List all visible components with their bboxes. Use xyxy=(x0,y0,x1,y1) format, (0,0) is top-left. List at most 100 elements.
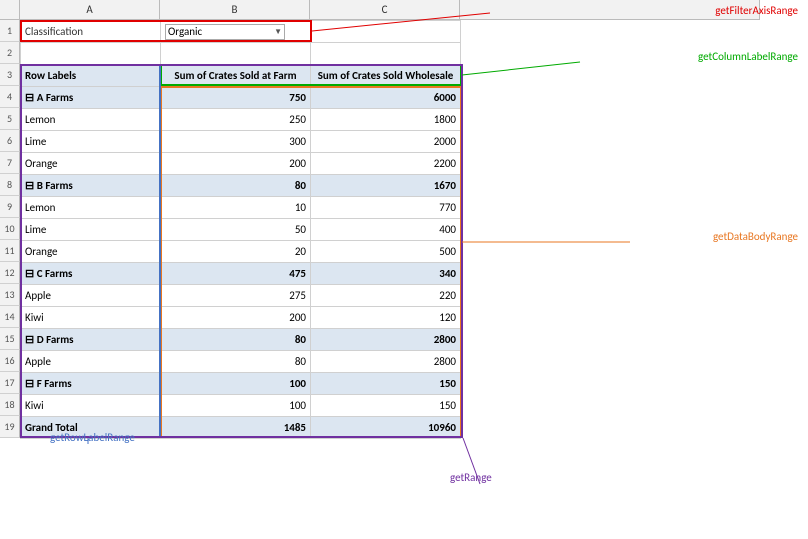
grand-total-col2: 10960 xyxy=(311,417,461,439)
row-num-5: 5 xyxy=(0,108,20,130)
item-label: Kiwi xyxy=(21,395,161,417)
item-col1: 80 xyxy=(161,351,311,373)
item-col2: 120 xyxy=(311,307,461,329)
item-col2: 2800 xyxy=(311,351,461,373)
col2-header: Sum of Crates Sold Wholesale xyxy=(311,65,461,87)
farm-col1: 475 xyxy=(161,263,311,285)
table-row: Apple 275 220 xyxy=(21,285,461,307)
pivot-table: Classification Organic ▼ Row Labels Sum xyxy=(20,20,461,439)
item-col1: 50 xyxy=(161,219,311,241)
row-num-19: 19 xyxy=(0,416,20,438)
table-row: Orange 200 2200 xyxy=(21,153,461,175)
item-col2: 220 xyxy=(311,285,461,307)
item-label: Orange xyxy=(21,241,161,263)
table-row: Kiwi 200 120 xyxy=(21,307,461,329)
item-col2: 400 xyxy=(311,219,461,241)
farm-col2: 1670 xyxy=(311,175,461,197)
col-header-c: C xyxy=(310,0,460,20)
filter-empty-cell xyxy=(311,21,461,43)
row-labels-header[interactable]: Row Labels xyxy=(21,65,161,87)
item-col1: 10 xyxy=(161,197,311,219)
item-col2: 2000 xyxy=(311,131,461,153)
item-label: Kiwi xyxy=(21,307,161,329)
item-col1: 20 xyxy=(161,241,311,263)
farm-col1: 750 xyxy=(161,87,311,109)
item-label: Lemon xyxy=(21,197,161,219)
filter-value-cell[interactable]: Organic ▼ xyxy=(161,21,311,43)
table-row: ⊟ C Farms 475 340 xyxy=(21,263,461,285)
farm-col1: 80 xyxy=(161,329,311,351)
item-col2: 770 xyxy=(311,197,461,219)
filter-dropdown[interactable]: Organic ▼ xyxy=(165,24,285,40)
item-label: Apple xyxy=(21,351,161,373)
table-row: ⊟ D Farms 80 2800 xyxy=(21,329,461,351)
table-row: ⊟ B Farms 80 1670 xyxy=(21,175,461,197)
farm-label: ⊟ C Farms xyxy=(21,263,161,285)
table-row: Apple 80 2800 xyxy=(21,351,461,373)
row-num-15: 15 xyxy=(0,328,20,350)
item-label: Orange xyxy=(21,153,161,175)
farm-col2: 2800 xyxy=(311,329,461,351)
farm-label: ⊟ F Farms xyxy=(21,373,161,395)
farm-label: ⊟ D Farms xyxy=(21,329,161,351)
farm-col1: 80 xyxy=(161,175,311,197)
spreadsheet: A B C 1 2 3 4 5 6 7 8 9 10 11 12 13 14 1… xyxy=(0,0,808,539)
item-col1: 200 xyxy=(161,153,311,175)
table-row: Lemon 10 770 xyxy=(21,197,461,219)
range-label: getRange xyxy=(450,471,492,484)
row-num-7: 7 xyxy=(0,152,20,174)
col-headers: A B C xyxy=(0,0,760,20)
row-num-11: 11 xyxy=(0,240,20,262)
row-num-16: 16 xyxy=(0,350,20,372)
col-header-b: B xyxy=(160,0,310,20)
item-col1: 200 xyxy=(161,307,311,329)
filter-dropdown-arrow-icon[interactable]: ▼ xyxy=(274,27,282,37)
empty-a xyxy=(21,43,161,65)
table-row: Lime 50 400 xyxy=(21,219,461,241)
filter-row: Classification Organic ▼ xyxy=(21,21,461,43)
row-num-18: 18 xyxy=(0,394,20,416)
table-row: Lime 300 2000 xyxy=(21,131,461,153)
farm-col2: 340 xyxy=(311,263,461,285)
item-col2: 2200 xyxy=(311,153,461,175)
table-row: ⊟ F Farms 100 150 xyxy=(21,373,461,395)
row-num-6: 6 xyxy=(0,130,20,152)
row-num-8: 8 xyxy=(0,174,20,196)
table-row: Orange 20 500 xyxy=(21,241,461,263)
filter-input-text: Organic xyxy=(168,25,272,38)
row-num-9: 9 xyxy=(0,196,20,218)
item-col1: 250 xyxy=(161,109,311,131)
row-num-17: 17 xyxy=(0,372,20,394)
filter-label: Classification xyxy=(21,21,161,43)
empty-c xyxy=(311,43,461,65)
item-col1: 275 xyxy=(161,285,311,307)
farm-col2: 150 xyxy=(311,373,461,395)
col1-header: Sum of Crates Sold at Farm xyxy=(161,65,311,87)
row-num-2: 2 xyxy=(0,42,20,64)
row-num-13: 13 xyxy=(0,284,20,306)
table-row: ⊟ A Farms 750 6000 xyxy=(21,87,461,109)
farm-label: ⊟ B Farms xyxy=(21,175,161,197)
item-label: Lime xyxy=(21,131,161,153)
col-label-range-label: getColumnLabelRange xyxy=(698,50,798,63)
table-row: Lemon 250 1800 xyxy=(21,109,461,131)
row-num-4: 4 xyxy=(0,86,20,108)
farm-col1: 100 xyxy=(161,373,311,395)
pivot-table-area: Classification Organic ▼ Row Labels Sum xyxy=(20,20,461,439)
item-col2: 1800 xyxy=(311,109,461,131)
row-numbers: 1 2 3 4 5 6 7 8 9 10 11 12 13 14 15 16 1… xyxy=(0,20,20,438)
data-body-range-label: getDataBodyRange xyxy=(713,230,798,243)
row-label-range-label: getRowLabelRange xyxy=(50,431,135,444)
col-header-a: A xyxy=(20,0,160,20)
empty-row xyxy=(21,43,461,65)
item-label: Lemon xyxy=(21,109,161,131)
grand-total-col1: 1485 xyxy=(161,417,311,439)
row-num-10: 10 xyxy=(0,218,20,240)
empty-b xyxy=(161,43,311,65)
row-num-1: 1 xyxy=(0,20,20,42)
item-col2: 150 xyxy=(311,395,461,417)
row-num-3: 3 xyxy=(0,64,20,86)
table-row: Kiwi 100 150 xyxy=(21,395,461,417)
col-label-row: Row Labels Sum of Crates Sold at Farm Su… xyxy=(21,65,461,87)
item-col1: 100 xyxy=(161,395,311,417)
